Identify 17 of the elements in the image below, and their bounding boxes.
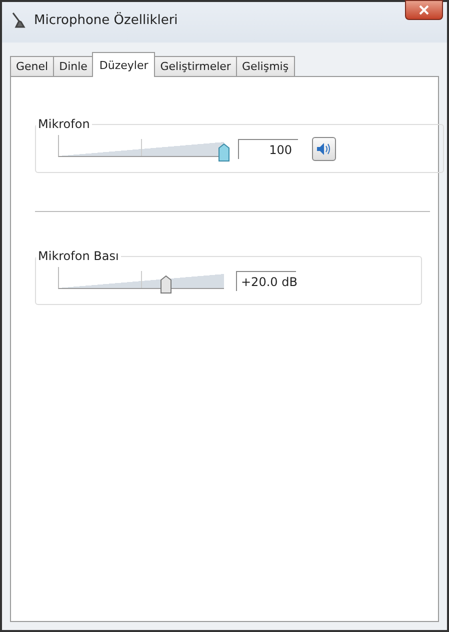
slider-thumb[interactable]: [160, 275, 172, 294]
speaker-button[interactable]: [312, 137, 336, 161]
tab[interactable]: Gelişmiş: [236, 56, 295, 76]
close-button[interactable]: [405, 0, 443, 20]
tab[interactable]: Düzeyler: [92, 52, 156, 77]
tab[interactable]: Geliştirmeler: [154, 56, 237, 76]
value-field[interactable]: 100: [238, 139, 298, 159]
group-label: Mikrofon: [37, 117, 91, 131]
tab[interactable]: Genel: [10, 56, 54, 76]
close-icon: [419, 5, 429, 15]
speaker-icon: [316, 142, 332, 156]
group-label: Mikrofon Bası: [37, 249, 120, 263]
value-field[interactable]: +20.0 dB: [236, 271, 296, 291]
slider-thumb[interactable]: [218, 143, 230, 162]
microphone-icon: [10, 11, 28, 29]
tab[interactable]: Dinle: [53, 56, 94, 76]
window-title: Microphone Özellikleri: [34, 12, 178, 28]
